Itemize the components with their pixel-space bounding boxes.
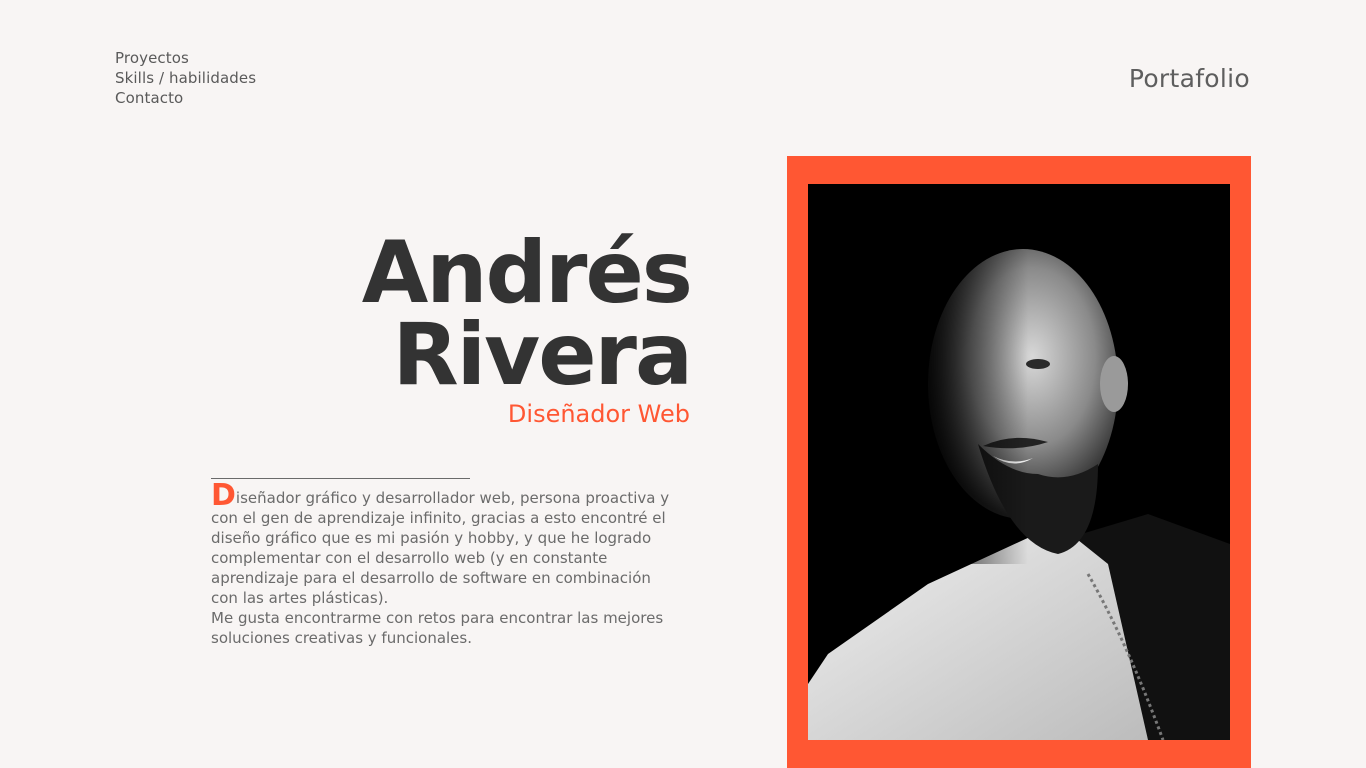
portrait-photo <box>808 184 1230 740</box>
hero-name: Andrés Rivera <box>361 223 693 405</box>
hero-role: Diseñador Web <box>507 400 690 428</box>
bio-paragraph-2: Me gusta encontrarme con retos para enco… <box>211 609 664 647</box>
bio-divider <box>211 478 470 479</box>
main-nav: Proyectos Skills / habilidades Contacto <box>115 48 256 108</box>
photo-frame <box>787 156 1251 768</box>
bio-paragraph-1-text: iseñador gráfico y desarrollador web, pe… <box>211 489 670 607</box>
portrait-photo-image <box>808 184 1230 740</box>
nav-link-proyectos[interactable]: Proyectos <box>115 48 256 68</box>
nav-link-contacto[interactable]: Contacto <box>115 88 256 108</box>
bio-paragraph-1: Diseñador gráfico y desarrollador web, p… <box>211 481 681 608</box>
nav-link-skills[interactable]: Skills / habilidades <box>115 68 256 88</box>
hero-last-name: Rivera <box>392 305 693 405</box>
bio-text: Diseñador gráfico y desarrollador web, p… <box>211 481 681 648</box>
hero-first-name: Andrés <box>361 223 693 323</box>
bio-drop-cap: D <box>211 478 236 513</box>
site-title[interactable]: Portafolio <box>1129 62 1250 96</box>
